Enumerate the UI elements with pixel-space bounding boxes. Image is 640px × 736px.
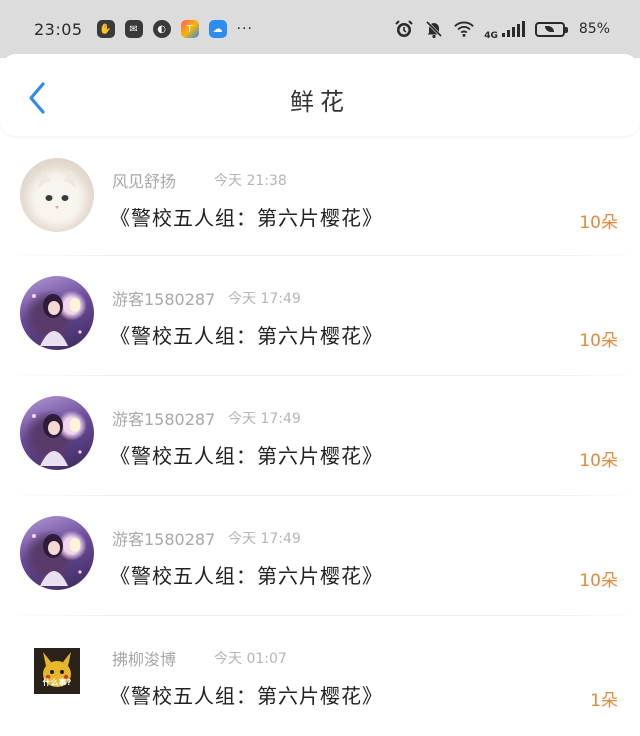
list-item[interactable]: 什么事? 拂柳浚博 今天 01:07 《警校五人组：第六片樱花》 1朵 bbox=[0, 616, 640, 736]
book-title[interactable]: 《警校五人组：第六片樱花》 bbox=[110, 320, 383, 349]
avatar[interactable] bbox=[20, 396, 94, 470]
book-title[interactable]: 《警校五人组：第六片樱花》 bbox=[110, 440, 383, 469]
anime-girl-image bbox=[32, 294, 82, 346]
username[interactable]: 游客1580287 bbox=[112, 526, 215, 550]
anime-girl-image bbox=[32, 534, 82, 586]
avatar[interactable] bbox=[20, 516, 94, 590]
timestamp: 今天 17:49 bbox=[228, 291, 301, 307]
book-title[interactable]: 《警校五人组：第六片樱花》 bbox=[110, 680, 383, 709]
cloud-app-icon: ☁ bbox=[208, 20, 227, 38]
flower-count: 10朵 bbox=[579, 571, 618, 591]
list-item[interactable]: 风见舒扬 今天 21:38 《警校五人组：第六片樱花》 10朵 bbox=[0, 138, 640, 256]
username[interactable]: 拂柳浚博 bbox=[112, 646, 176, 670]
multicolor-app-icon: T bbox=[180, 20, 199, 38]
timestamp: 今天 01:07 bbox=[214, 651, 287, 667]
network-type: 4G bbox=[484, 31, 498, 41]
page-title: 鲜花 bbox=[290, 88, 350, 116]
list-item[interactable]: 游客1580287 今天 17:49 《警校五人组：第六片樱花》 10朵 bbox=[0, 496, 640, 616]
username[interactable]: 游客1580287 bbox=[112, 286, 215, 310]
username[interactable]: 游客1580287 bbox=[112, 406, 215, 430]
status-right: 4G 85% bbox=[394, 17, 610, 41]
avatar[interactable]: 什么事? bbox=[34, 648, 80, 694]
avatar[interactable] bbox=[20, 276, 94, 350]
alarm-icon bbox=[394, 19, 414, 39]
flower-list: 风见舒扬 今天 21:38 《警校五人组：第六片樱花》 10朵 游客158028… bbox=[0, 138, 640, 736]
signal-icon bbox=[501, 21, 525, 37]
list-item[interactable]: 游客1580287 今天 17:49 《警校五人组：第六片樱花》 10朵 bbox=[0, 256, 640, 376]
username[interactable]: 风见舒扬 bbox=[112, 168, 176, 192]
avatar[interactable] bbox=[20, 158, 94, 232]
book-title[interactable]: 《警校五人组：第六片樱花》 bbox=[110, 560, 383, 589]
wifi-icon bbox=[454, 19, 474, 39]
header: 鲜花 bbox=[0, 54, 640, 136]
flower-count: 1朵 bbox=[590, 691, 618, 711]
book-title[interactable]: 《警校五人组：第六片樱花》 bbox=[110, 202, 383, 231]
status-time: 23:05 bbox=[34, 19, 83, 39]
cat-image bbox=[35, 170, 79, 220]
hand-icon: ✋ bbox=[96, 20, 115, 38]
globe-icon: ◐ bbox=[152, 20, 171, 38]
status-left: 23:05 ✋ ✉ ◐ T ☁ ··· bbox=[34, 20, 253, 39]
timestamp: 今天 17:49 bbox=[228, 411, 301, 427]
flower-count: 10朵 bbox=[579, 213, 618, 233]
battery-percent: 85% bbox=[578, 21, 610, 37]
flower-count: 10朵 bbox=[579, 331, 618, 351]
mute-bell-icon bbox=[424, 19, 444, 39]
status-bar: 23:05 ✋ ✉ ◐ T ☁ ··· 4G 85% bbox=[0, 0, 640, 58]
more-notifications-icon: ··· bbox=[236, 21, 253, 37]
timestamp: 今天 21:38 bbox=[214, 173, 287, 189]
list-item[interactable]: 游客1580287 今天 17:49 《警校五人组：第六片樱花》 10朵 bbox=[0, 376, 640, 496]
battery-icon bbox=[534, 21, 568, 37]
anime-girl-image bbox=[32, 414, 82, 466]
avatar-caption: 什么事? bbox=[42, 678, 72, 687]
flower-count: 10朵 bbox=[579, 451, 618, 471]
timestamp: 今天 17:49 bbox=[228, 531, 301, 547]
huawei-mail-icon: ✉ bbox=[124, 20, 143, 38]
